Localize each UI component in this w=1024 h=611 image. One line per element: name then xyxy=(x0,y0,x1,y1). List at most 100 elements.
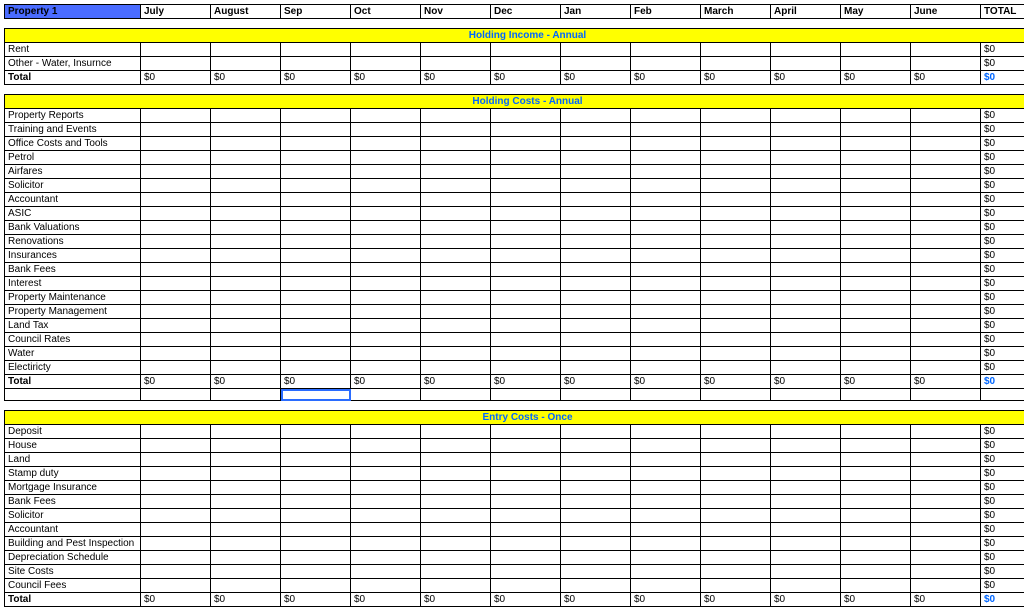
data-cell[interactable] xyxy=(911,249,981,263)
data-cell[interactable] xyxy=(911,453,981,467)
data-cell[interactable] xyxy=(701,347,771,361)
data-cell[interactable] xyxy=(561,235,631,249)
data-cell[interactable] xyxy=(701,123,771,137)
data-cell[interactable] xyxy=(561,123,631,137)
data-cell[interactable] xyxy=(771,361,841,375)
data-cell[interactable] xyxy=(561,495,631,509)
data-cell[interactable] xyxy=(421,333,491,347)
data-cell[interactable] xyxy=(141,347,211,361)
data-cell[interactable] xyxy=(771,347,841,361)
blank-cell[interactable] xyxy=(841,389,911,401)
data-cell[interactable] xyxy=(841,481,911,495)
data-cell[interactable] xyxy=(631,193,701,207)
data-cell[interactable] xyxy=(631,43,701,57)
blank-cell[interactable] xyxy=(421,389,491,401)
data-cell[interactable] xyxy=(911,263,981,277)
data-cell[interactable] xyxy=(631,123,701,137)
total-cell[interactable]: $0 xyxy=(351,71,421,85)
total-cell[interactable]: $0 xyxy=(281,71,351,85)
total-cell[interactable]: $0 xyxy=(421,375,491,389)
data-cell[interactable] xyxy=(211,277,281,291)
data-cell[interactable] xyxy=(561,481,631,495)
data-cell[interactable] xyxy=(911,305,981,319)
data-cell[interactable] xyxy=(491,425,561,439)
data-cell[interactable] xyxy=(281,453,351,467)
data-cell[interactable] xyxy=(561,319,631,333)
data-cell[interactable] xyxy=(771,123,841,137)
data-cell[interactable] xyxy=(631,481,701,495)
blank-cell[interactable] xyxy=(141,389,211,401)
data-cell[interactable] xyxy=(561,291,631,305)
total-cell[interactable]: $0 xyxy=(911,71,981,85)
data-cell[interactable] xyxy=(281,123,351,137)
data-cell[interactable] xyxy=(281,333,351,347)
total-cell[interactable]: $0 xyxy=(141,375,211,389)
data-cell[interactable] xyxy=(211,235,281,249)
data-cell[interactable] xyxy=(771,249,841,263)
data-cell[interactable] xyxy=(211,193,281,207)
data-cell[interactable] xyxy=(841,179,911,193)
data-cell[interactable] xyxy=(141,179,211,193)
data-cell[interactable] xyxy=(771,263,841,277)
data-cell[interactable] xyxy=(211,179,281,193)
data-cell[interactable] xyxy=(211,565,281,579)
data-cell[interactable] xyxy=(561,439,631,453)
data-cell[interactable] xyxy=(141,109,211,123)
data-cell[interactable] xyxy=(421,319,491,333)
data-cell[interactable] xyxy=(351,439,421,453)
data-cell[interactable] xyxy=(911,509,981,523)
data-cell[interactable] xyxy=(351,481,421,495)
data-cell[interactable] xyxy=(841,249,911,263)
total-cell[interactable]: $0 xyxy=(841,375,911,389)
blank-cell[interactable] xyxy=(911,389,981,401)
total-cell[interactable]: $0 xyxy=(701,375,771,389)
month-header-7[interactable]: Feb xyxy=(631,5,701,19)
total-cell[interactable]: $0 xyxy=(281,593,351,607)
data-cell[interactable] xyxy=(351,537,421,551)
total-cell[interactable]: $0 xyxy=(211,71,281,85)
data-cell[interactable] xyxy=(281,537,351,551)
data-cell[interactable] xyxy=(491,123,561,137)
data-cell[interactable] xyxy=(701,109,771,123)
data-cell[interactable] xyxy=(911,439,981,453)
data-cell[interactable] xyxy=(701,57,771,71)
data-cell[interactable] xyxy=(351,305,421,319)
data-cell[interactable] xyxy=(841,523,911,537)
data-cell[interactable] xyxy=(281,57,351,71)
data-cell[interactable] xyxy=(491,137,561,151)
data-cell[interactable] xyxy=(701,523,771,537)
data-cell[interactable] xyxy=(351,207,421,221)
data-cell[interactable] xyxy=(211,551,281,565)
data-cell[interactable] xyxy=(911,347,981,361)
data-cell[interactable] xyxy=(141,221,211,235)
data-cell[interactable] xyxy=(491,523,561,537)
data-cell[interactable] xyxy=(561,193,631,207)
data-cell[interactable] xyxy=(631,425,701,439)
total-cell[interactable]: $0 xyxy=(491,71,561,85)
data-cell[interactable] xyxy=(351,249,421,263)
total-cell[interactable]: $0 xyxy=(771,593,841,607)
data-cell[interactable] xyxy=(421,509,491,523)
data-cell[interactable] xyxy=(351,57,421,71)
month-header-11[interactable]: June xyxy=(911,5,981,19)
data-cell[interactable] xyxy=(141,509,211,523)
data-cell[interactable] xyxy=(911,137,981,151)
data-cell[interactable] xyxy=(491,165,561,179)
data-cell[interactable] xyxy=(421,495,491,509)
data-cell[interactable] xyxy=(701,221,771,235)
data-cell[interactable] xyxy=(211,333,281,347)
data-cell[interactable] xyxy=(911,523,981,537)
data-cell[interactable] xyxy=(141,43,211,57)
property-spreadsheet[interactable]: Property 1JulyAugustSepOctNovDecJanFebMa… xyxy=(4,4,1024,607)
data-cell[interactable] xyxy=(281,137,351,151)
data-cell[interactable] xyxy=(421,221,491,235)
data-cell[interactable] xyxy=(701,179,771,193)
data-cell[interactable] xyxy=(211,263,281,277)
data-cell[interactable] xyxy=(211,347,281,361)
blank-cell[interactable] xyxy=(211,389,281,401)
data-cell[interactable] xyxy=(841,551,911,565)
data-cell[interactable] xyxy=(911,551,981,565)
data-cell[interactable] xyxy=(141,565,211,579)
data-cell[interactable] xyxy=(561,425,631,439)
data-cell[interactable] xyxy=(561,43,631,57)
